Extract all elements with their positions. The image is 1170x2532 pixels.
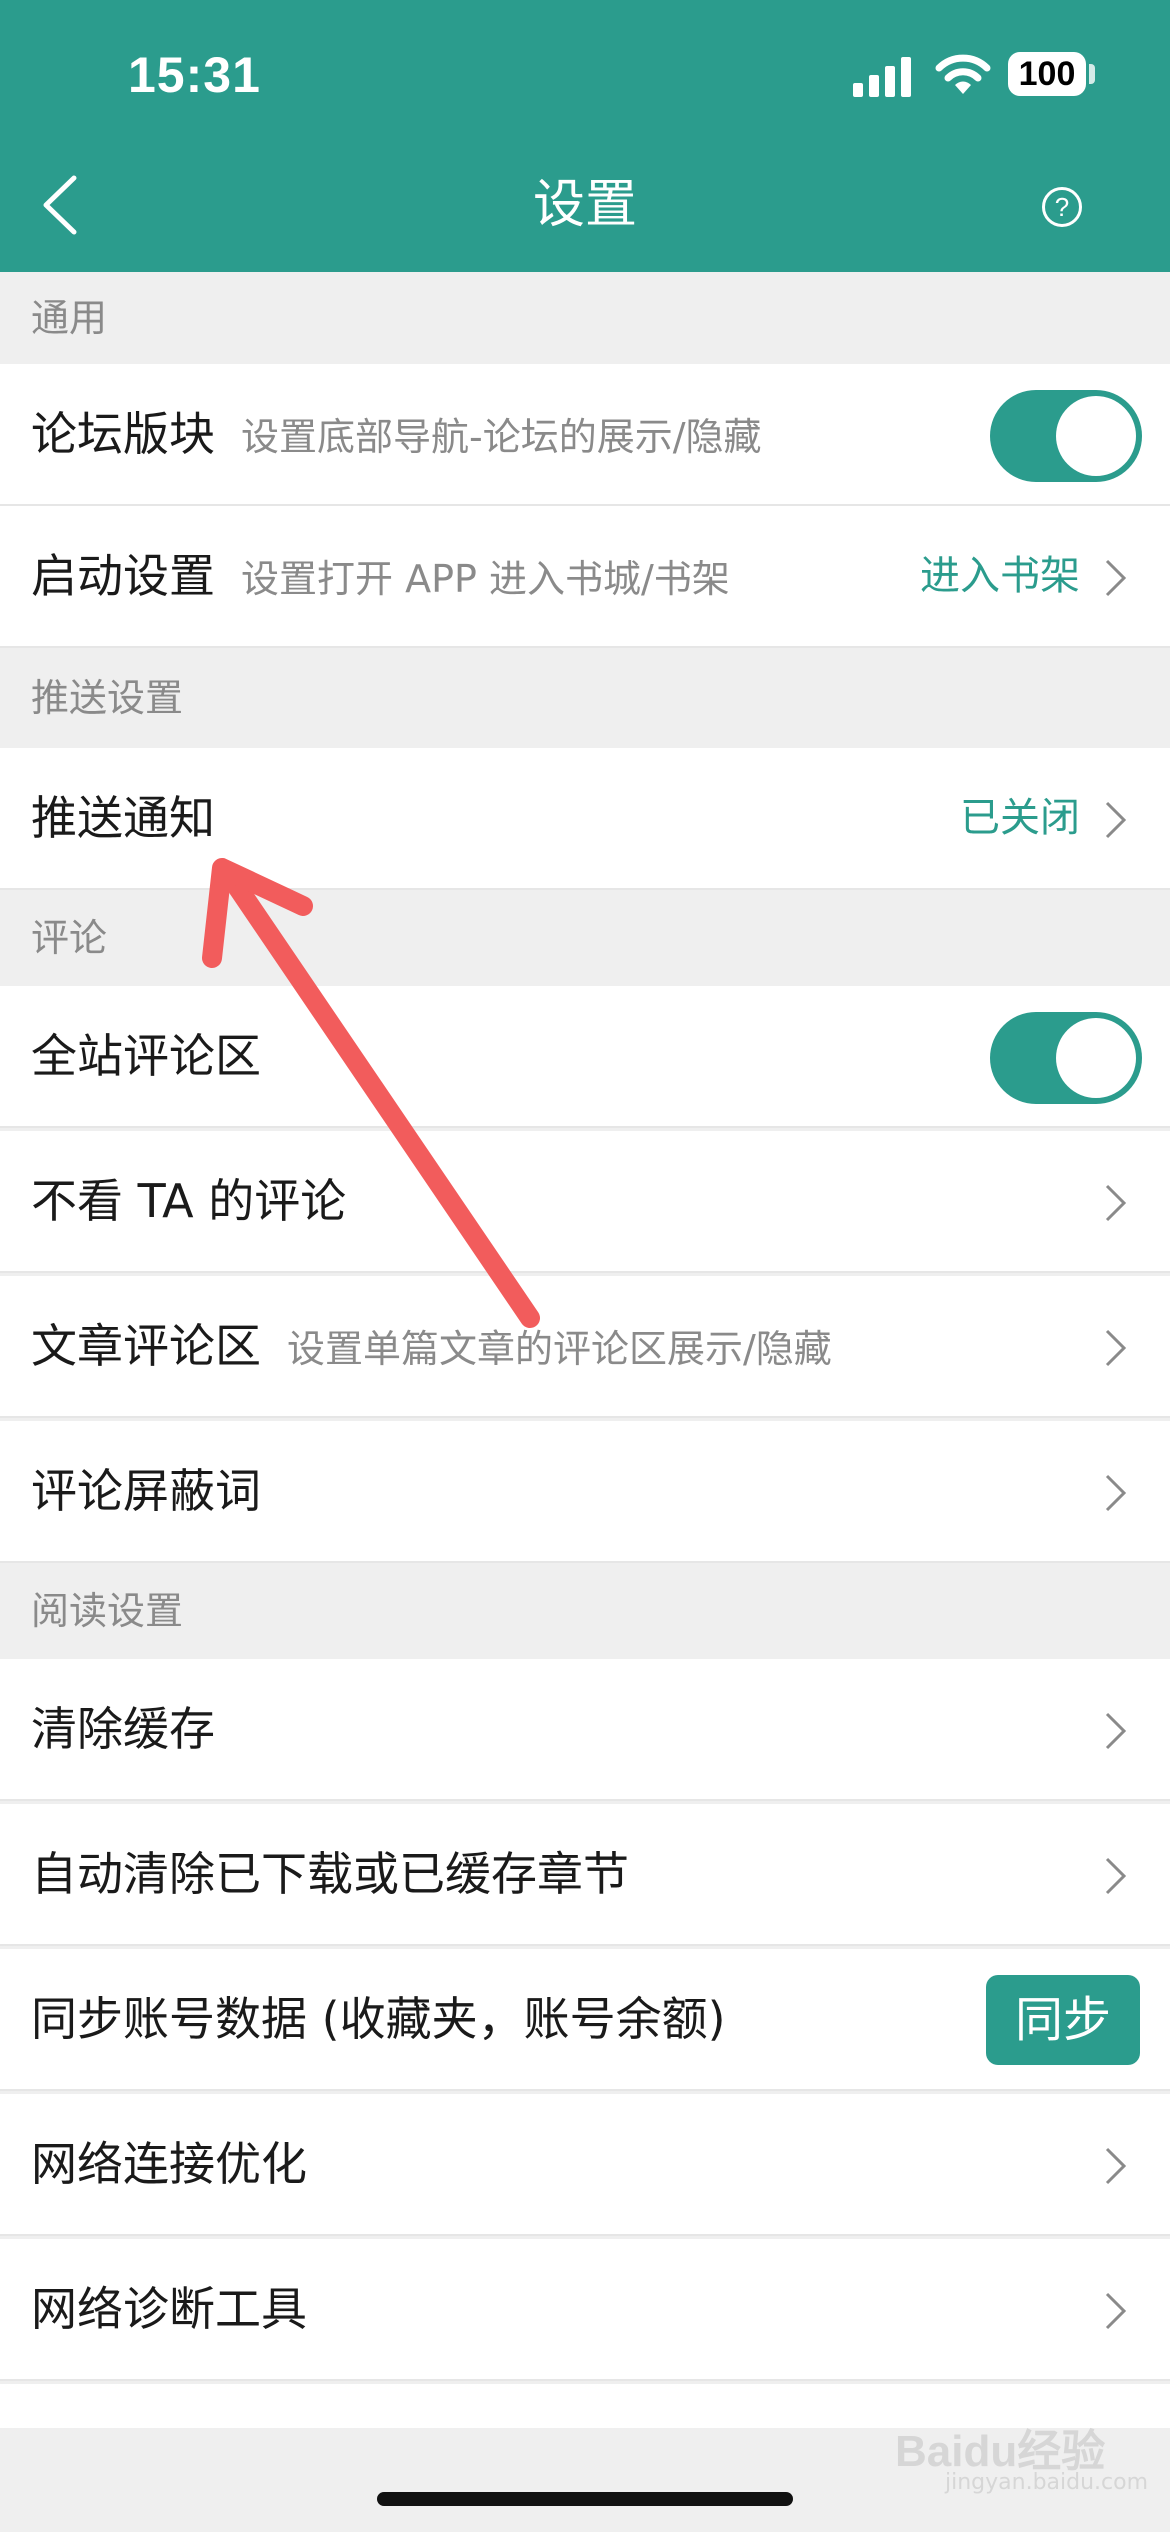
row-label: 启动设置 [31,549,215,603]
page-title: 设置 [532,175,637,235]
toggle-knob [1056,396,1136,476]
push-notification-value: 已关闭 [960,795,1080,841]
wifi-icon [935,54,991,94]
sync-account-row: 同步账号数据 (收藏夹，账号余额) 同步 [0,1949,1170,2091]
chevron-right-icon [1105,1857,1127,1895]
toggle-knob [1056,1018,1136,1098]
row-label: 文章评论区 [31,1319,261,1373]
section-reading: 阅读设置 [0,1563,1170,1659]
row-label: 推送通知 [31,791,215,845]
forum-section-toggle[interactable] [990,390,1142,482]
startup-value: 进入书架 [920,553,1080,599]
site-comments-toggle[interactable] [990,1012,1142,1104]
startup-settings-row[interactable]: 启动设置 设置打开 APP 进入书城/书架 进入书架 [0,506,1170,648]
row-label: 网络诊断工具 [31,2282,307,2336]
chevron-right-icon [1105,1184,1127,1222]
watermark-url: jingyan.baidu.com [945,2470,1149,2495]
chevron-right-icon [1105,1329,1127,1367]
site-comments-row: 全站评论区 [0,986,1170,1128]
chevron-right-icon [1105,2292,1127,2330]
help-icon[interactable]: ? [1042,187,1082,227]
section-push: 推送设置 [0,648,1170,748]
row-label: 清除缓存 [31,1702,215,1756]
row-label: 同步账号数据 (收藏夹，账号余额) [31,1992,726,2046]
cellular-signal-icon [853,55,913,97]
row-label: 不看 TA 的评论 [31,1174,347,1228]
section-general: 通用 [0,272,1170,364]
chevron-right-icon [1105,559,1127,597]
app-header: 15:31 100 设置 ? [0,0,1170,272]
chevron-right-icon [1105,1712,1127,1750]
push-notification-row[interactable]: 推送通知 已关闭 [0,748,1170,890]
forum-section-row: 论坛版块 设置底部导航-论坛的展示/隐藏 [0,364,1170,506]
row-description: 设置单篇文章的评论区展示/隐藏 [287,1327,832,1371]
row-label: 自动清除已下载或已缓存章节 [31,1847,629,1901]
battery-indicator: 100 [1008,52,1086,96]
comment-block-words-row[interactable]: 评论屏蔽词 [0,1421,1170,1563]
article-comments-row[interactable]: 文章评论区 设置单篇文章的评论区展示/隐藏 [0,1276,1170,1418]
network-optimization-row[interactable]: 网络连接优化 [0,2094,1170,2236]
auto-clear-chapters-row[interactable]: 自动清除已下载或已缓存章节 [0,1804,1170,1946]
chevron-right-icon [1105,1474,1127,1512]
row-label: 网络连接优化 [31,2137,307,2191]
row-description: 设置打开 APP 进入书城/书架 [241,557,730,601]
chevron-right-icon [1105,2147,1127,2185]
sync-button[interactable]: 同步 [986,1975,1140,2065]
clear-cache-row[interactable]: 清除缓存 [0,1659,1170,1801]
block-ta-comments-row[interactable]: 不看 TA 的评论 [0,1131,1170,1273]
home-indicator[interactable] [377,2492,793,2506]
section-comments: 评论 [0,890,1170,986]
row-label: 论坛版块 [31,407,215,461]
chevron-right-icon [1105,801,1127,839]
row-label: 评论屏蔽词 [31,1464,261,1518]
status-time: 15:31 [128,47,261,103]
row-label: 全站评论区 [31,1029,261,1083]
row-description: 设置底部导航-论坛的展示/隐藏 [241,415,762,459]
battery-tip [1089,64,1095,84]
network-diagnosis-row[interactable]: 网络诊断工具 [0,2239,1170,2381]
